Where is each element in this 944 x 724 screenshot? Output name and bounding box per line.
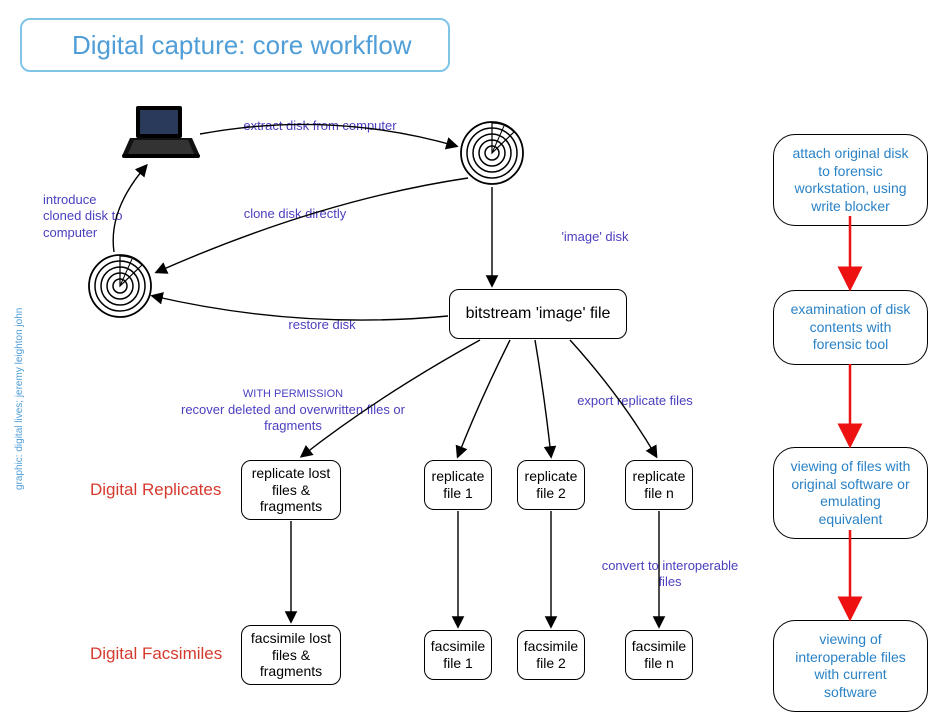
section-facsimiles: Digital Facsimiles bbox=[90, 644, 222, 664]
node-facsimile-2-label: facsimile file 2 bbox=[524, 638, 578, 672]
node-facsimile-n: facsimile file n bbox=[625, 630, 693, 680]
label-permission-header: WITH PERMISSION bbox=[243, 388, 343, 400]
credit-text: graphic: digital lives; jeremy leighton … bbox=[14, 308, 25, 490]
label-introduce: introduce cloned disk to computer bbox=[43, 192, 123, 241]
node-replicate-1: replicate file 1 bbox=[424, 460, 492, 510]
label-permission: WITH PERMISSION recover deleted and over… bbox=[178, 385, 408, 434]
section-replicates: Digital Replicates bbox=[90, 480, 221, 500]
pill-viewing-original-label: viewing of files with original software … bbox=[788, 458, 913, 528]
label-export: export replicate files bbox=[560, 393, 710, 409]
node-replicate-lost: replicate lost files & fragments bbox=[241, 460, 341, 520]
title-box: Digital capture: core workflow bbox=[20, 18, 450, 72]
pill-examine: examination of disk contents with forens… bbox=[773, 290, 928, 365]
node-replicate-lost-label: replicate lost files & fragments bbox=[250, 465, 332, 515]
pill-attach-label: attach original disk to forensic worksta… bbox=[788, 145, 913, 215]
label-clone: clone disk directly bbox=[220, 206, 370, 222]
node-facsimile-lost: facsimile lost files & fragments bbox=[241, 625, 341, 685]
node-bitstream: bitstream 'image' file bbox=[449, 289, 627, 339]
node-replicate-n-label: replicate file n bbox=[633, 468, 686, 502]
node-facsimile-2: facsimile file 2 bbox=[517, 630, 585, 680]
node-replicate-n: replicate file n bbox=[625, 460, 693, 510]
label-extract: extract disk from computer bbox=[220, 118, 420, 134]
node-facsimile-1-label: facsimile file 1 bbox=[431, 638, 485, 672]
laptop-icon bbox=[122, 104, 200, 166]
pill-attach: attach original disk to forensic worksta… bbox=[773, 134, 928, 226]
node-facsimile-n-label: facsimile file n bbox=[632, 638, 686, 672]
pill-viewing-interop-label: viewing of interoperable files with curr… bbox=[788, 631, 913, 701]
page-title: Digital capture: core workflow bbox=[72, 30, 412, 61]
node-replicate-1-label: replicate file 1 bbox=[432, 468, 485, 502]
label-convert: convert to interoperable files bbox=[600, 558, 740, 591]
pill-examine-label: examination of disk contents with forens… bbox=[788, 301, 913, 354]
pill-viewing-original: viewing of files with original software … bbox=[773, 447, 928, 539]
node-replicate-2-label: replicate file 2 bbox=[525, 468, 578, 502]
node-bitstream-label: bitstream 'image' file bbox=[466, 304, 611, 323]
label-permission-body: recover deleted and overwritten files or… bbox=[181, 402, 405, 433]
node-replicate-2: replicate file 2 bbox=[517, 460, 585, 510]
node-facsimile-1: facsimile file 1 bbox=[424, 630, 492, 680]
disk-icon-top bbox=[459, 120, 525, 186]
node-facsimile-lost-label: facsimile lost files & fragments bbox=[250, 630, 332, 680]
label-restore: restore disk bbox=[272, 317, 372, 333]
disk-icon-clone bbox=[87, 253, 153, 319]
label-image: 'image' disk bbox=[550, 229, 640, 245]
pill-viewing-interop: viewing of interoperable files with curr… bbox=[773, 620, 928, 712]
